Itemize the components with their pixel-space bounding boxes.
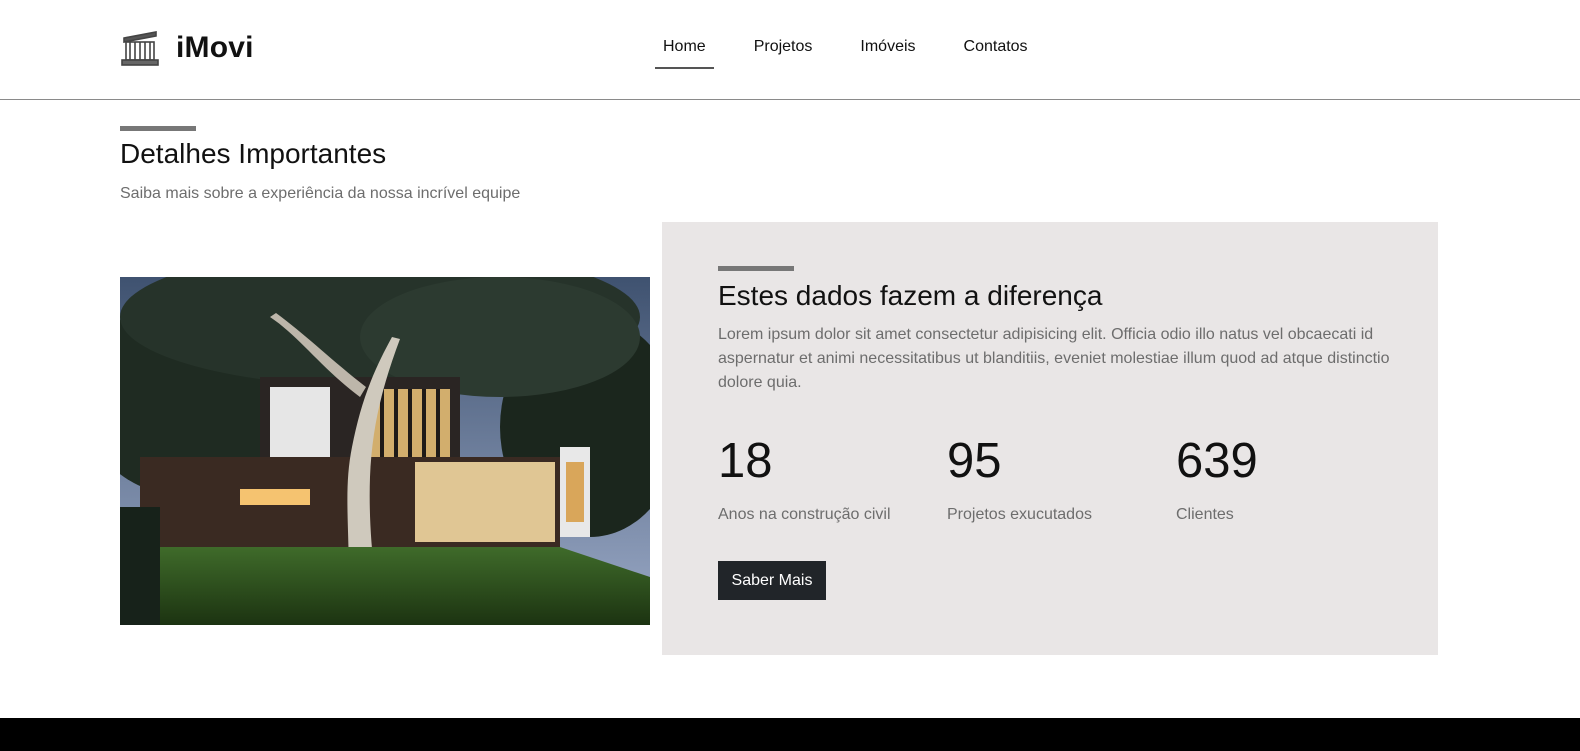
panel-description: Lorem ipsum dolor sit amet consectetur a… [718, 326, 1390, 391]
nav-item-home[interactable]: Home [655, 24, 714, 69]
section-subtitle: Saiba mais sobre a experiência da nossa … [120, 185, 521, 202]
brand-name: iMovi [176, 31, 254, 64]
panel-title: Estes dados fazem a diferença [718, 280, 1103, 311]
stats-panel: Estes dados fazem a diferença Lorem ipsu… [662, 222, 1438, 655]
nav-item-contatos[interactable]: Contatos [956, 24, 1036, 69]
stat-label: Clientes [1176, 506, 1234, 523]
stat-clients: 639 Clientes [1176, 432, 1376, 524]
stat-label: Projetos exucutados [947, 506, 1092, 523]
nav-item-projetos[interactable]: Projetos [746, 24, 821, 69]
brand-logo[interactable]: iMovi [120, 28, 254, 68]
building-icon [120, 28, 160, 68]
section-title: Detalhes Importantes [120, 138, 387, 169]
nav-item-imoveis[interactable]: Imóveis [852, 24, 923, 69]
stat-label: Anos na construção civil [718, 506, 891, 523]
stat-projects: 95 Projetos exucutados [947, 432, 1147, 524]
panel-accent-bar [718, 266, 794, 271]
stat-value: 639 [1176, 434, 1258, 488]
stat-value: 18 [718, 434, 773, 488]
house-photo [120, 277, 650, 625]
section-accent-bar [120, 126, 196, 131]
main-nav: Home Projetos Imóveis Contatos [655, 24, 1068, 69]
site-footer [0, 718, 1580, 751]
stat-years: 18 Anos na construção civil [718, 432, 918, 524]
stat-value: 95 [947, 434, 1002, 488]
saber-mais-button[interactable]: Saber Mais [718, 561, 826, 600]
site-header: iMovi Home Projetos Imóveis Contatos [0, 0, 1580, 100]
